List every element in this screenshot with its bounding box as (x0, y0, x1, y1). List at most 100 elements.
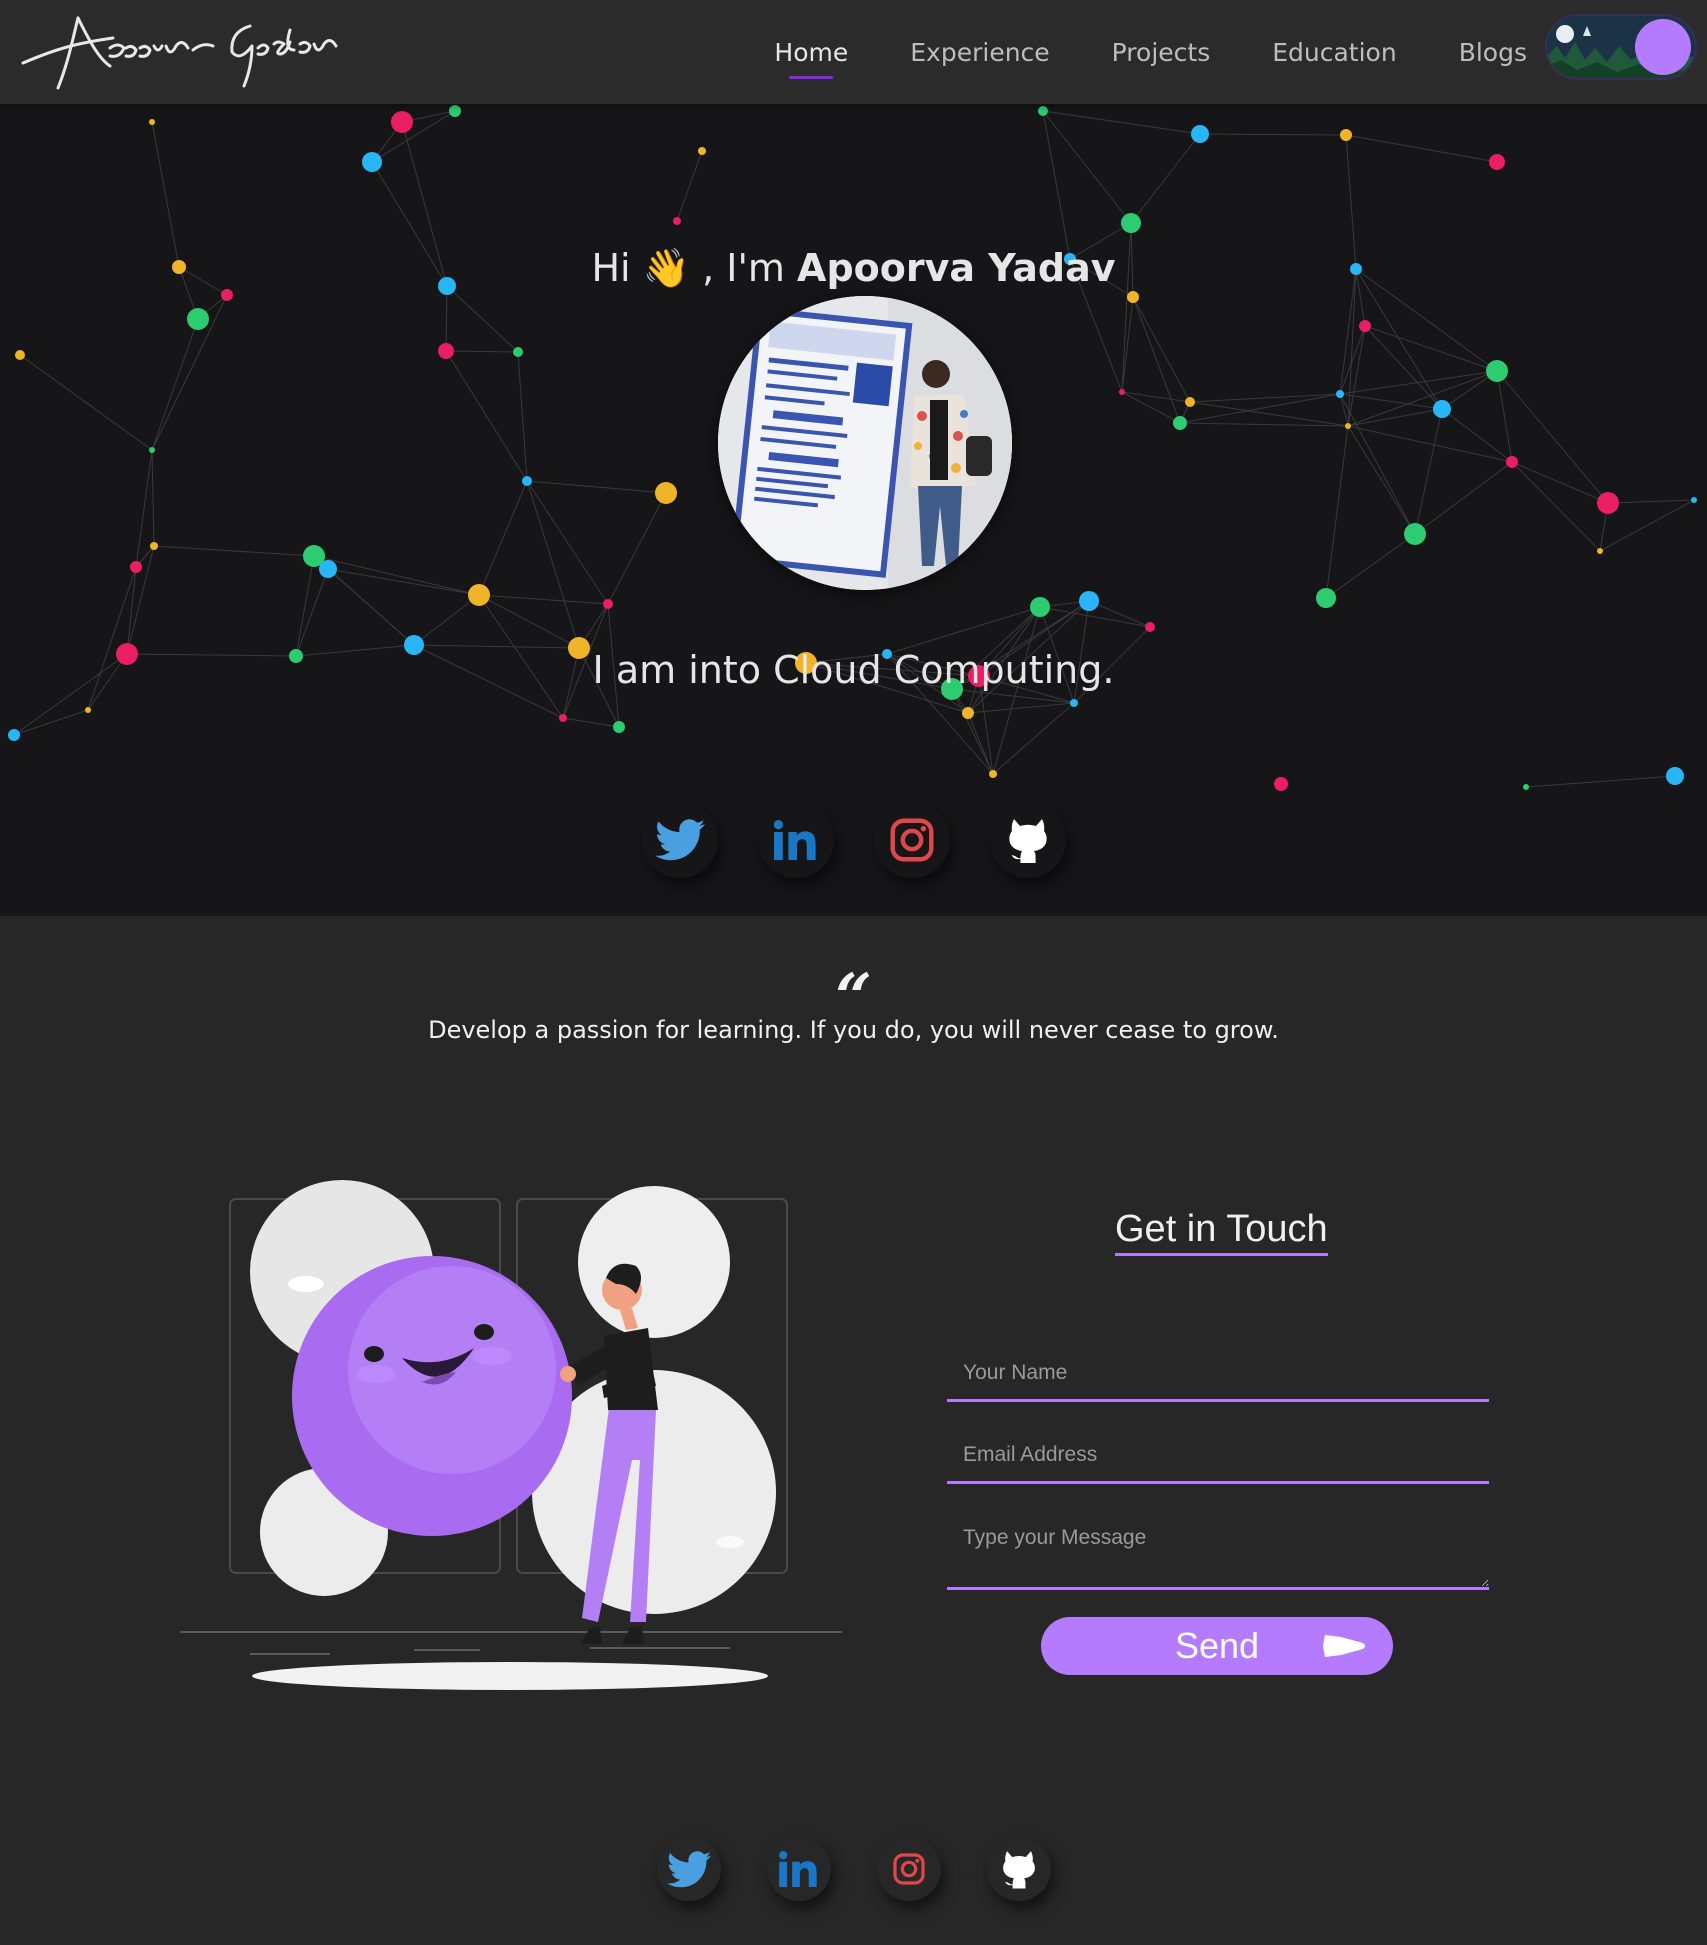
footer-social-links (0, 1837, 1707, 1901)
network-dot (1145, 622, 1155, 632)
network-link (1042, 110, 1201, 135)
network-dot (15, 350, 25, 360)
network-dot (522, 476, 532, 486)
footer-github-link[interactable] (986, 1837, 1051, 1901)
navbar: Home Experience Projects Education Blogs (0, 0, 1707, 104)
network-dot (187, 308, 209, 330)
network-link (1364, 325, 1443, 410)
network-dot (468, 584, 490, 606)
network-dot (1433, 400, 1451, 418)
name-input[interactable] (947, 1346, 1489, 1402)
network-link (1121, 296, 1134, 393)
network-dot (989, 770, 997, 778)
email-input[interactable] (947, 1428, 1489, 1484)
network-link (1130, 133, 1201, 224)
network-link (313, 555, 480, 596)
network-link (445, 350, 519, 353)
network-dot (8, 729, 20, 741)
network-link (371, 110, 456, 163)
network-link (478, 480, 528, 596)
hero-tagline: I am into Cloud Computing. (592, 648, 1115, 692)
network-dot (449, 105, 461, 117)
network-link (1042, 110, 1132, 224)
network-dot (1119, 389, 1125, 395)
nav-projects[interactable]: Projects (1112, 38, 1211, 67)
signature-logo[interactable] (18, 8, 368, 98)
network-dot (130, 561, 142, 573)
network-dot (1486, 360, 1508, 382)
linkedin-link[interactable] (757, 802, 834, 878)
network-link (676, 150, 703, 222)
network-link (967, 712, 994, 775)
hero-social-links (0, 802, 1707, 878)
network-dot (613, 721, 625, 733)
network-dot (1316, 588, 1336, 608)
rocket-icon (1323, 1635, 1365, 1657)
network-dot (149, 447, 155, 453)
network-link (562, 717, 620, 728)
network-dot (1489, 154, 1505, 170)
network-link (413, 594, 480, 646)
network-dot (1191, 125, 1209, 143)
network-link (526, 480, 609, 605)
send-button[interactable]: Send (1041, 1617, 1393, 1675)
network-dot (698, 147, 706, 155)
network-dot (319, 560, 337, 578)
greeting-im: , I'm (702, 246, 785, 290)
network-dot (603, 599, 613, 609)
network-dot (362, 152, 382, 172)
twitter-icon (666, 1850, 711, 1887)
network-link (1496, 370, 1609, 504)
network-link (135, 449, 153, 568)
network-link (19, 354, 153, 451)
network-dot (1359, 320, 1371, 332)
network-dot (1404, 523, 1426, 545)
network-dot (438, 343, 454, 359)
network-link (295, 568, 329, 657)
footer-twitter-link[interactable] (656, 1837, 721, 1901)
theme-toggle[interactable] (1547, 16, 1695, 78)
network-link (13, 709, 89, 736)
network-link (446, 285, 519, 353)
network-link (1199, 133, 1347, 136)
network-link (327, 568, 415, 646)
network-dot (1345, 423, 1351, 429)
network-link (526, 480, 580, 649)
message-input[interactable] (947, 1506, 1489, 1590)
nav-links: Home Experience Projects Education Blogs (712, 0, 1527, 104)
network-link (1345, 134, 1498, 163)
network-dot (1038, 106, 1048, 116)
network-dot (1127, 291, 1139, 303)
github-link[interactable] (989, 802, 1066, 878)
network-link (1189, 401, 1349, 427)
network-dot (962, 707, 974, 719)
network-dot (1185, 397, 1195, 407)
github-icon (1008, 819, 1047, 863)
network-dot (1340, 129, 1352, 141)
nav-experience[interactable]: Experience (910, 38, 1049, 67)
network-link (607, 492, 667, 605)
network-dot (1523, 784, 1529, 790)
network-link (1525, 775, 1676, 788)
twitter-icon (654, 819, 705, 861)
toggle-knob[interactable] (1635, 19, 1691, 75)
instagram-link[interactable] (873, 802, 950, 878)
network-dot (85, 707, 91, 713)
network-link (1414, 461, 1513, 535)
contact-title: Get in Touch (1115, 1208, 1328, 1256)
network-dot (1597, 492, 1619, 514)
network-dot (1666, 767, 1684, 785)
footer-instagram-link[interactable] (876, 1837, 941, 1901)
wave-emoji: 👋 (642, 246, 691, 290)
network-link (1325, 533, 1416, 599)
nav-blogs[interactable]: Blogs (1459, 38, 1527, 67)
twitter-link[interactable] (641, 802, 718, 878)
network-link (1042, 110, 1071, 260)
footer-linkedin-link[interactable] (766, 1837, 831, 1901)
nav-education[interactable]: Education (1272, 38, 1396, 67)
network-dot (1070, 699, 1078, 707)
network-link (992, 702, 1075, 775)
network-dot (1079, 591, 1099, 611)
network-link (1132, 296, 1181, 424)
nav-home[interactable]: Home (774, 38, 848, 79)
